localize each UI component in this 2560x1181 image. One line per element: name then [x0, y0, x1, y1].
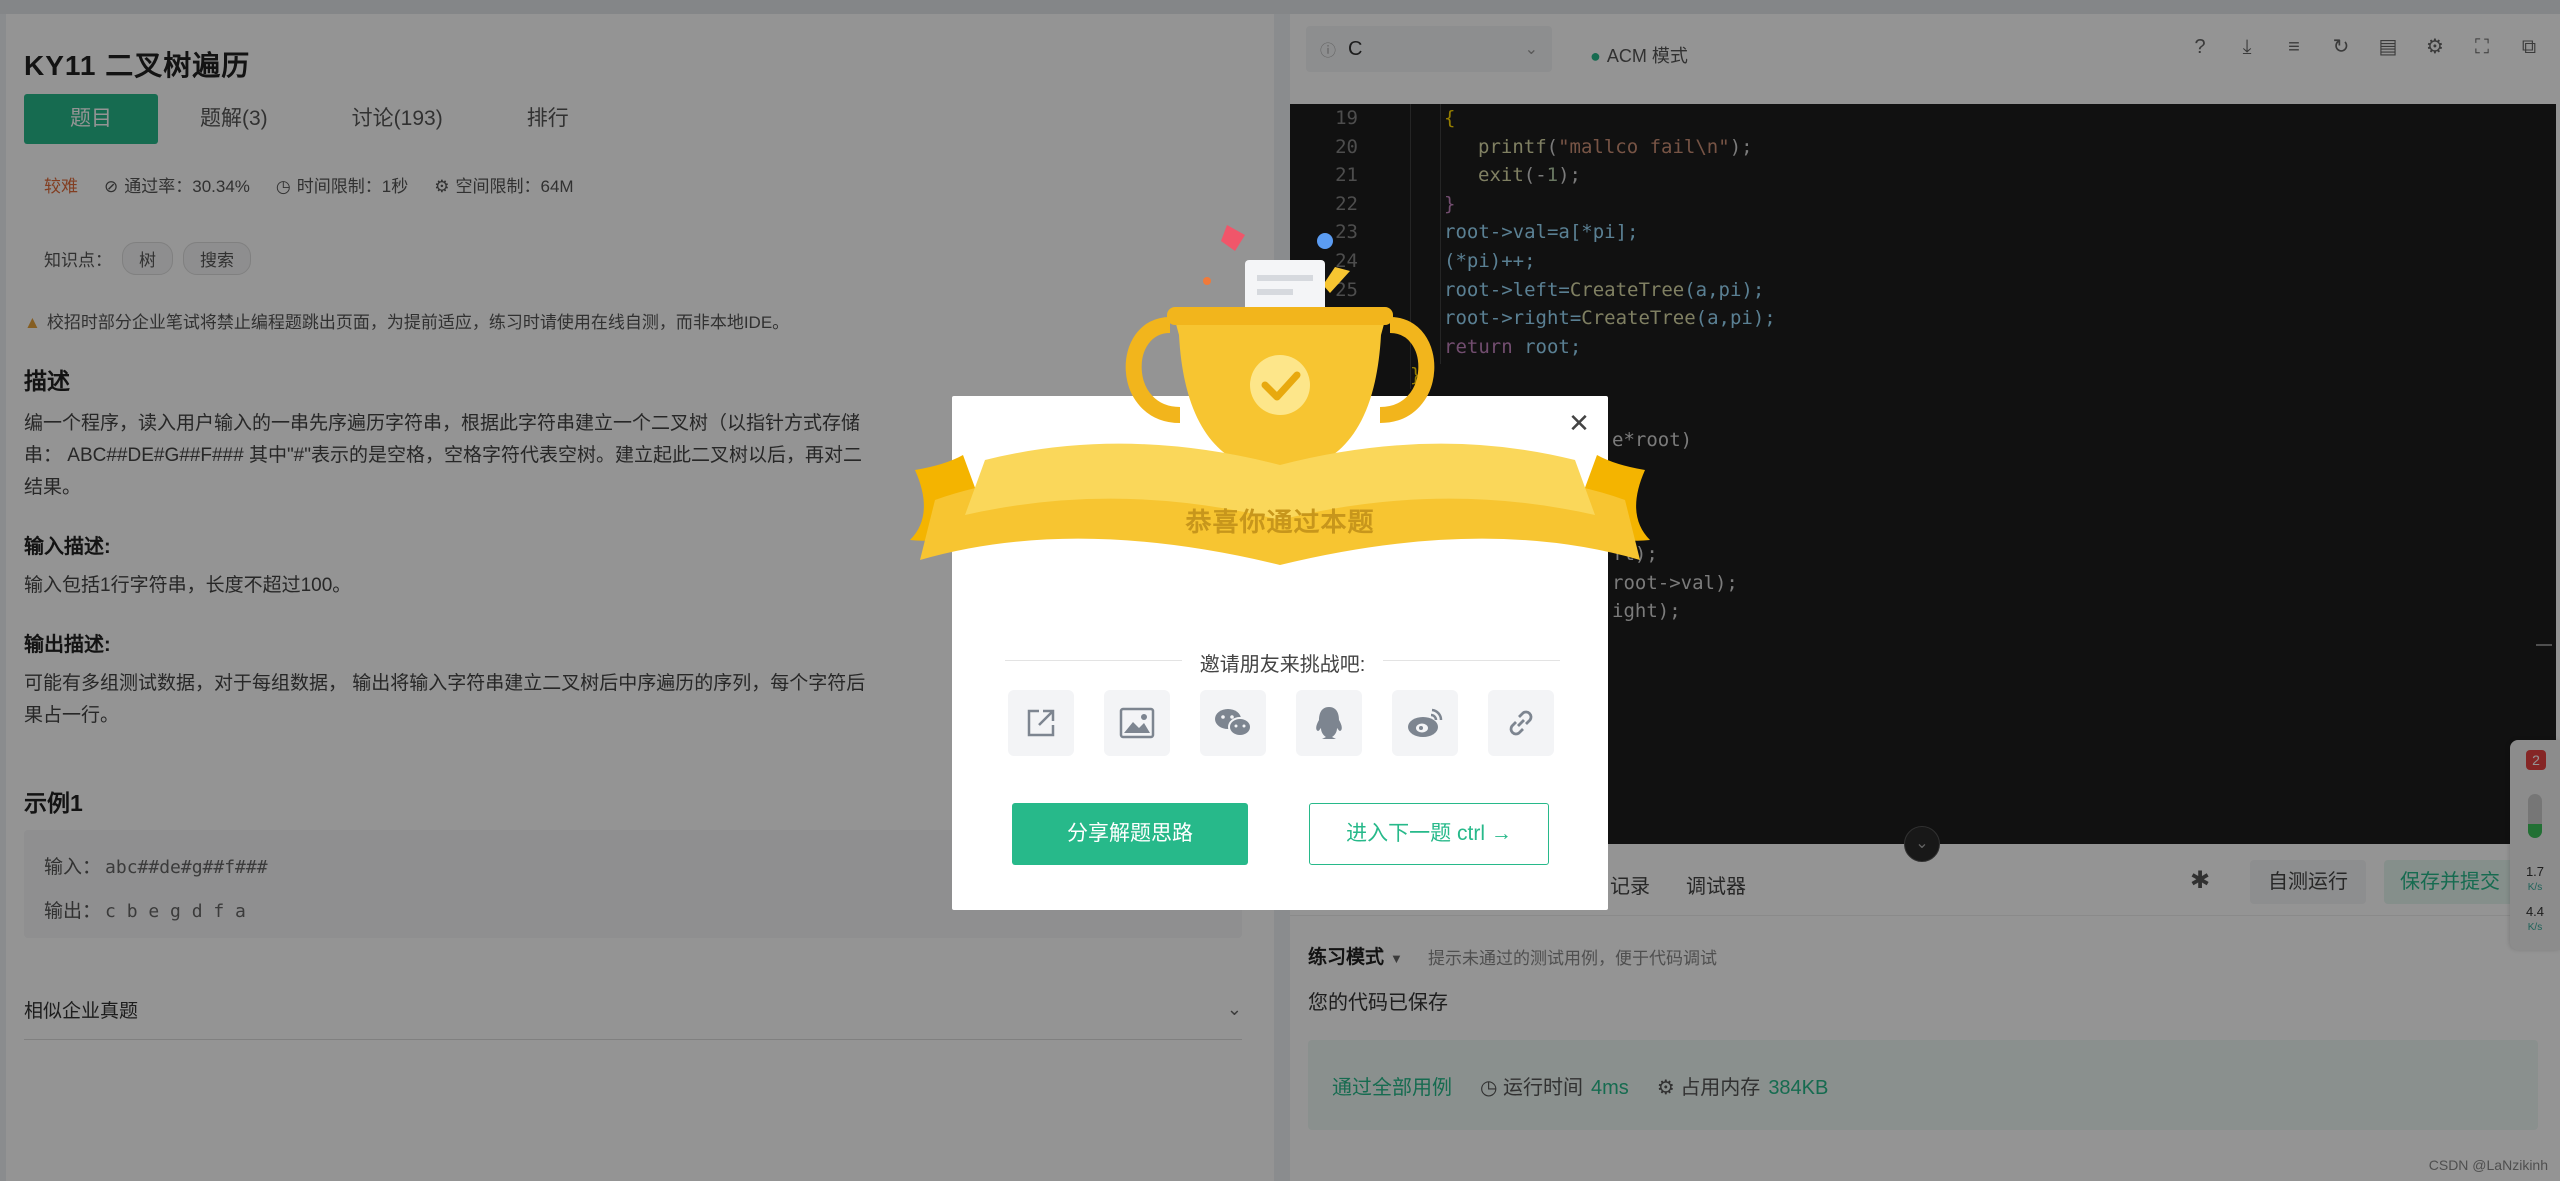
qq-icon[interactable]: [1296, 690, 1362, 756]
next-problem-button[interactable]: 进入下一题 ctrl →: [1309, 803, 1549, 865]
trophy-badge: [1250, 355, 1310, 415]
link-icon[interactable]: [1488, 690, 1554, 756]
invite-divider: 邀请朋友来挑战吧:: [1005, 648, 1560, 676]
confetti-icon: [1221, 225, 1245, 251]
confetti-icon: [1203, 277, 1211, 285]
share-buttons: [1008, 690, 1554, 756]
arrow-right-icon: →: [1490, 822, 1512, 845]
congrats-text: 恭喜你通过本题: [1185, 507, 1375, 537]
confetti-icon: [1323, 267, 1350, 293]
weibo-icon[interactable]: [1392, 690, 1458, 756]
close-icon[interactable]: ✕: [1562, 406, 1596, 440]
trophy-handle: [1125, 317, 1181, 423]
confetti-icon: [1317, 233, 1333, 249]
wechat-icon[interactable]: [1200, 690, 1266, 756]
invite-text: 邀请朋友来挑战吧:: [1181, 654, 1384, 676]
image-icon[interactable]: [1104, 690, 1170, 756]
share-external-icon[interactable]: [1008, 690, 1074, 756]
trophy-banner-illustration: [910, 225, 1650, 565]
trophy-handle: [1379, 317, 1435, 423]
share-solution-button[interactable]: 分享解题思路: [1012, 803, 1248, 865]
